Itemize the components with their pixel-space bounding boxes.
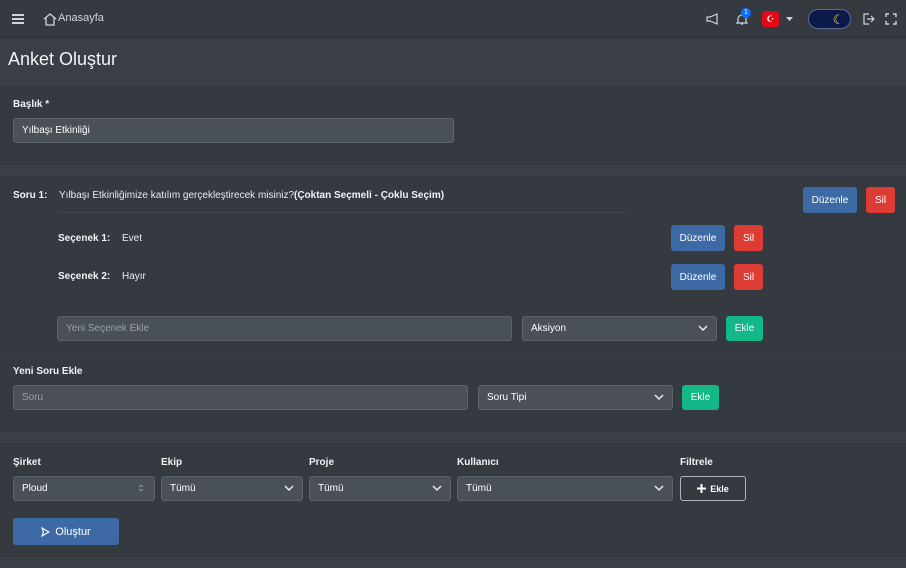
option-label: Seçenek 2: [58, 271, 111, 282]
question-input[interactable]: Soru [13, 385, 468, 410]
company-select-value: Ploud [22, 483, 48, 494]
chevron-down-icon [654, 485, 664, 492]
send-icon [41, 526, 51, 537]
dark-mode-toggle[interactable]: ☾ [808, 9, 851, 29]
delete-question-button[interactable]: Sil [866, 187, 895, 213]
new-option-input[interactable]: Yeni Seçenek Ekle [57, 316, 512, 341]
fullscreen-icon[interactable] [883, 11, 898, 26]
chevron-down-icon [432, 485, 442, 492]
chevron-down-icon [698, 325, 708, 332]
company-label: Şirket [13, 457, 41, 468]
question-type: (Çoktan Seçmeli - Çoklu Seçim) [294, 190, 445, 201]
question-number: Soru 1: [13, 190, 48, 201]
turkey-flag-icon[interactable]: ☪ [762, 11, 779, 27]
plus-icon [697, 484, 707, 493]
team-select-value: Tümü [170, 483, 196, 494]
company-select[interactable]: Ploud [13, 476, 155, 501]
page-title: Anket Oluştur [8, 49, 118, 69]
option-value: Hayır [122, 271, 146, 282]
caret-down-icon[interactable] [785, 15, 793, 23]
user-label: Kullanıcı [457, 457, 499, 468]
notification-badge: 1 [741, 8, 751, 18]
delete-option-button[interactable]: Sil [734, 264, 763, 290]
delete-option-button[interactable]: Sil [734, 225, 763, 251]
sort-icon [138, 484, 144, 492]
title-label: Başlık * [13, 99, 50, 110]
user-select[interactable]: Tümü [457, 476, 673, 501]
top-navbar: Anasayfa 1 ☪ ☾ [0, 0, 906, 38]
new-question-label: Yeni Soru Ekle [13, 366, 83, 377]
home-icon[interactable] [42, 11, 58, 27]
title-bar [0, 38, 906, 86]
create-button-label: Oluştur [55, 525, 91, 538]
filter-label: Filtrele [680, 457, 713, 468]
project-label: Proje [309, 457, 335, 468]
home-link[interactable]: Anasayfa [58, 12, 104, 24]
option-label: Seçenek 1: [58, 233, 111, 244]
option-value: Evet [122, 233, 143, 244]
add-option-button[interactable]: Ekle [726, 316, 763, 341]
edit-question-button[interactable]: Düzenle [803, 187, 857, 213]
edit-option-button[interactable]: Düzenle [671, 225, 725, 251]
question-type-value: Soru Tipi [487, 392, 527, 403]
question-text: Yılbaşı Etkinliğimize katılım gerçekleşt… [59, 190, 295, 201]
add-question-button[interactable]: Ekle [682, 385, 719, 410]
chevron-down-icon [654, 394, 664, 401]
add-filter-button[interactable]: Ekle [680, 476, 746, 501]
logout-icon[interactable] [861, 11, 876, 26]
project-select[interactable]: Tümü [309, 476, 451, 501]
action-select-value: Aksiyon [531, 323, 567, 334]
chevron-down-icon [284, 485, 294, 492]
team-label: Ekip [161, 457, 183, 468]
action-select[interactable]: Aksiyon [522, 316, 717, 341]
moon-icon: ☾ [832, 12, 845, 27]
add-filter-label: Ekle [710, 483, 729, 494]
create-button[interactable]: Oluştur [13, 518, 119, 545]
edit-option-button[interactable]: Düzenle [671, 264, 725, 290]
title-input[interactable]: Yılbaşı Etkinliği [13, 118, 454, 143]
question-type-select[interactable]: Soru Tipi [478, 385, 673, 410]
menu-icon[interactable] [10, 11, 26, 27]
user-select-value: Tümü [466, 483, 492, 494]
divider [57, 212, 627, 213]
project-select-value: Tümü [318, 483, 344, 494]
team-select[interactable]: Tümü [161, 476, 303, 501]
megaphone-icon[interactable] [705, 11, 721, 27]
